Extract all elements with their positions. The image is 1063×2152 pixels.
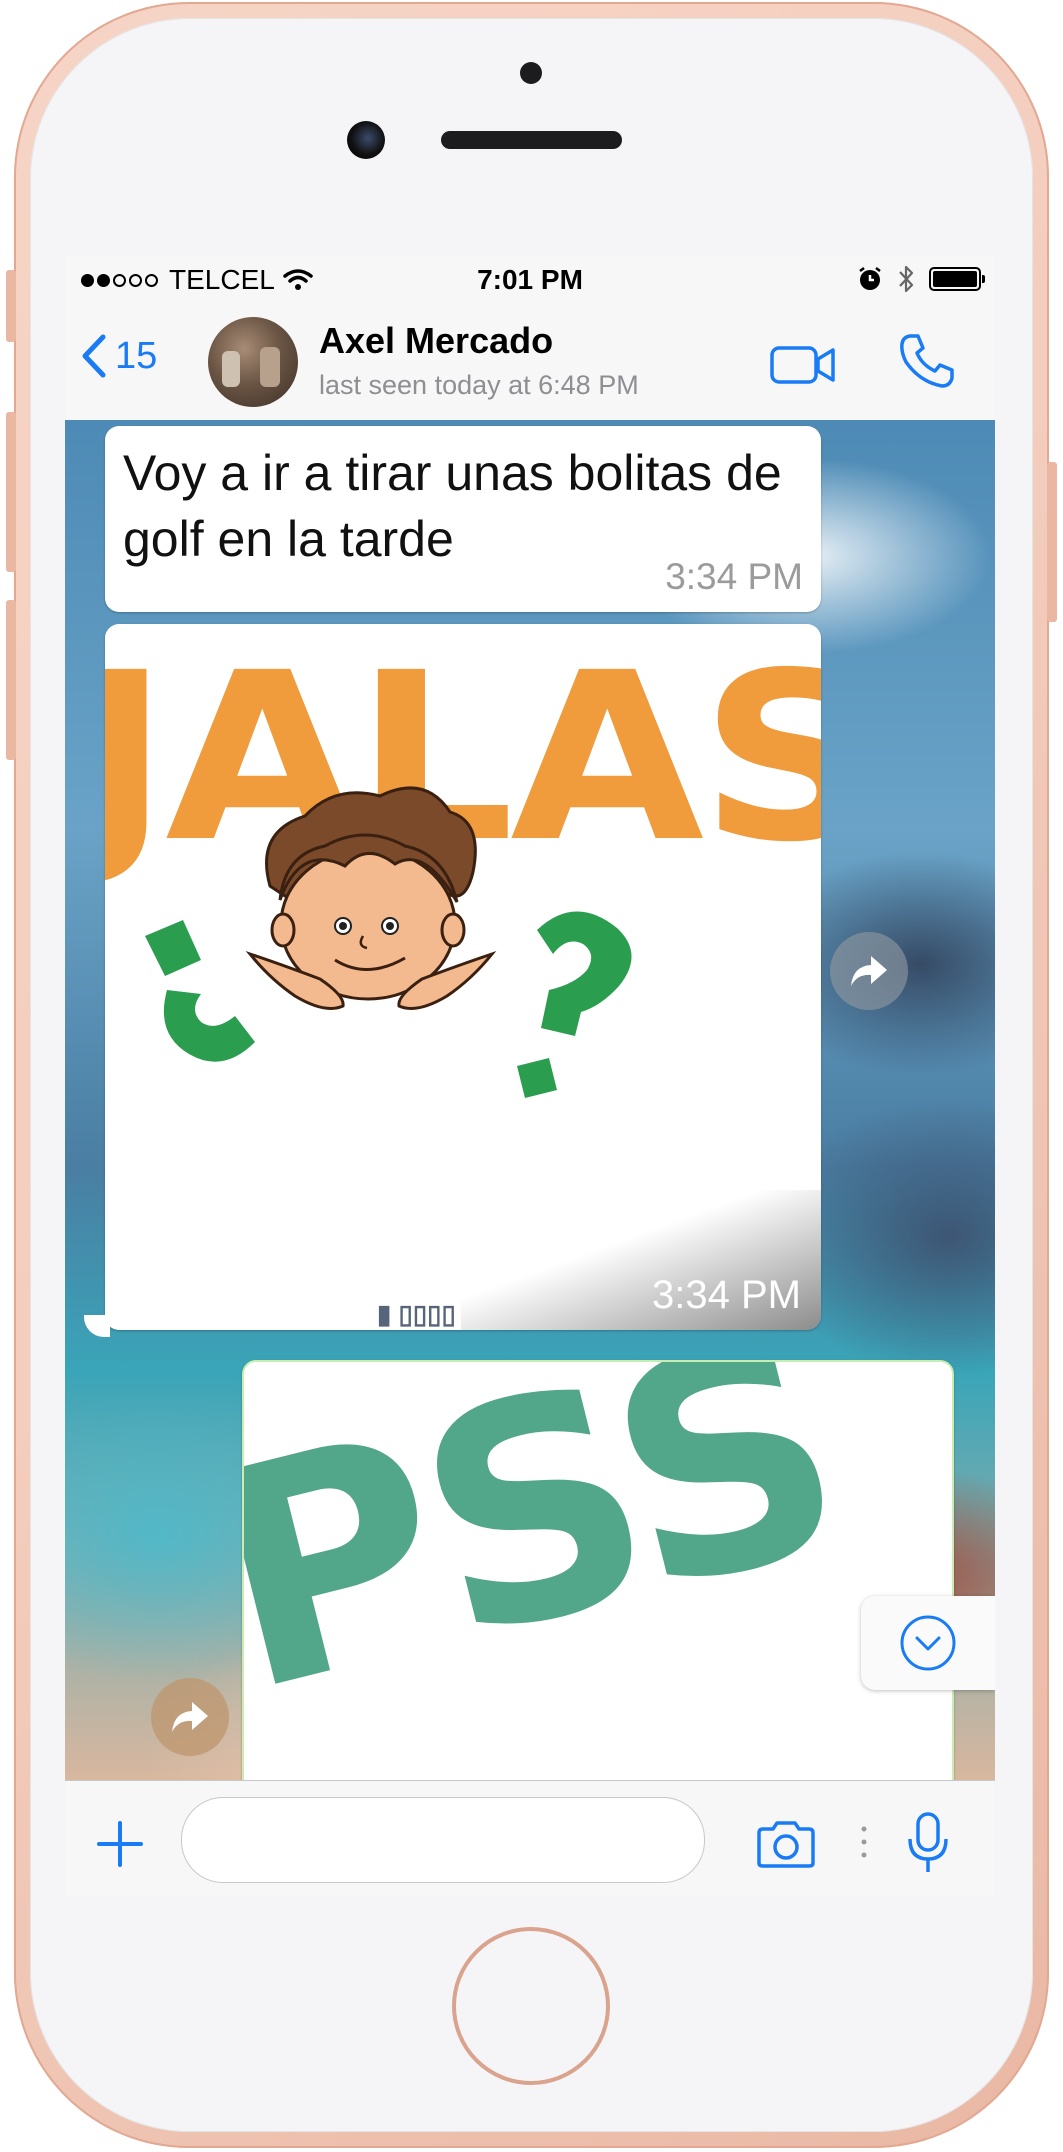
message-time: 3:34 PM [665,556,803,597]
volume-up-button [6,412,16,572]
microphone-icon[interactable] [906,1811,950,1875]
message-bubble[interactable]: Voy a ir a tirar unas bolitas de golf en… [105,426,821,612]
message-text: Voy a ir a tirar unas bolitas de golf en… [123,445,782,567]
home-button[interactable] [452,1927,610,2085]
mute-switch [6,270,16,342]
forward-button[interactable] [830,932,908,1010]
bubble-tail [84,1315,110,1337]
image-message[interactable]: PSS [242,1360,954,1780]
alarm-icon [859,267,881,290]
unread-count: 15 [115,334,158,377]
forward-icon [851,956,887,986]
battery-icon [929,267,985,291]
image-title-text: PSS [242,1360,868,1760]
power-button [1047,462,1057,622]
contact-name[interactable]: Axel Mercado [319,320,553,362]
scroll-to-bottom-button[interactable] [861,1596,995,1690]
cartoon-boy-illustration [145,786,632,1098]
chevron-left-icon [82,334,106,378]
forward-icon [172,1702,208,1732]
status-bar: TELCEL 7:01 PM [65,256,995,304]
camera-icon[interactable] [755,1819,817,1869]
status-right [857,264,985,294]
chat-area[interactable]: Voy a ir a tirar unas bolitas de golf en… [65,420,995,1780]
plus-icon[interactable] [95,1819,145,1869]
front-camera [347,121,385,159]
status-time: 7:01 PM [477,264,583,295]
image-message[interactable]: JALAS [105,624,821,1330]
message-time: 3:34 PM [652,1273,801,1317]
image-watermark: ▮ ▯▯▯▯ [377,1299,456,1329]
volume-down-button [6,600,16,760]
earpiece-speaker [441,131,622,149]
last-seen-status: last seen today at 6:48 PM [319,370,639,400]
bluetooth-icon [899,265,914,293]
forward-button[interactable] [151,1678,229,1756]
chevron-down-circle-icon [900,1615,956,1671]
separator-dots [861,1826,867,1858]
input-bar [65,1780,995,1896]
message-input[interactable] [181,1797,705,1883]
video-call-icon[interactable] [770,342,836,386]
phone-call-icon[interactable] [898,332,956,390]
back-button[interactable]: 15 [81,334,157,378]
avatar[interactable] [208,317,298,407]
chat-header: 15 Axel Mercado last seen today at 6:48 … [65,304,995,421]
screen: TELCEL 7:01 PM 15 Axel Mercado last seen… [65,256,995,1896]
proximity-sensor [520,62,542,84]
